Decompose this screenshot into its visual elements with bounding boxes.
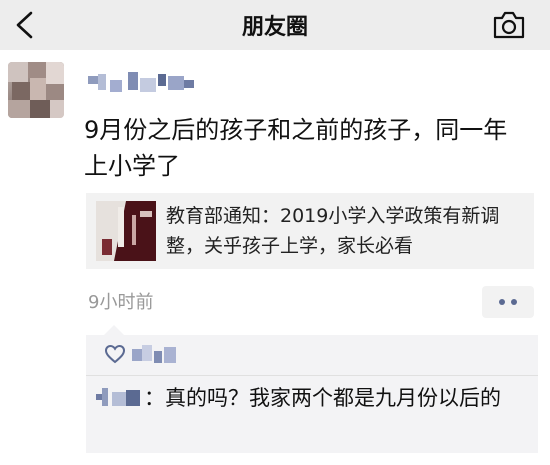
commenter-name[interactable] xyxy=(96,386,144,408)
post-timestamp: 9小时前 xyxy=(88,292,154,313)
navbar: 朋友圈 xyxy=(0,0,550,50)
heart-icon xyxy=(104,344,126,364)
avatar[interactable] xyxy=(8,62,64,118)
link-title: 教育部通知：2019小学入学政策有新调整，关乎孩子上学，家长必看 xyxy=(166,205,500,257)
likes-row xyxy=(86,335,538,373)
chevron-left-icon[interactable] xyxy=(12,11,38,39)
likes-comments-panel: ：真的吗？我家两个都是九月份以后的 xyxy=(86,325,538,453)
page-title: 朋友圈 xyxy=(241,15,308,40)
liker-name[interactable] xyxy=(132,343,182,367)
shared-link-card[interactable]: 教育部通知：2019小学入学政策有新调整，关乎孩子上学，家长必看 xyxy=(86,193,534,269)
camera-icon[interactable] xyxy=(492,10,526,40)
link-thumbnail xyxy=(96,201,156,261)
divider xyxy=(86,375,538,376)
more-options-button[interactable] xyxy=(482,286,534,318)
post-text: 9月份之后的孩子和之前的孩子，同一年上小学了 xyxy=(84,116,508,180)
author-name[interactable] xyxy=(88,70,198,98)
more-dots-icon xyxy=(499,299,505,305)
comment-text: ：真的吗？我家两个都是九月份以后的 xyxy=(144,386,501,410)
comment-item[interactable]: ：真的吗？我家两个都是九月份以后的 xyxy=(96,383,528,413)
